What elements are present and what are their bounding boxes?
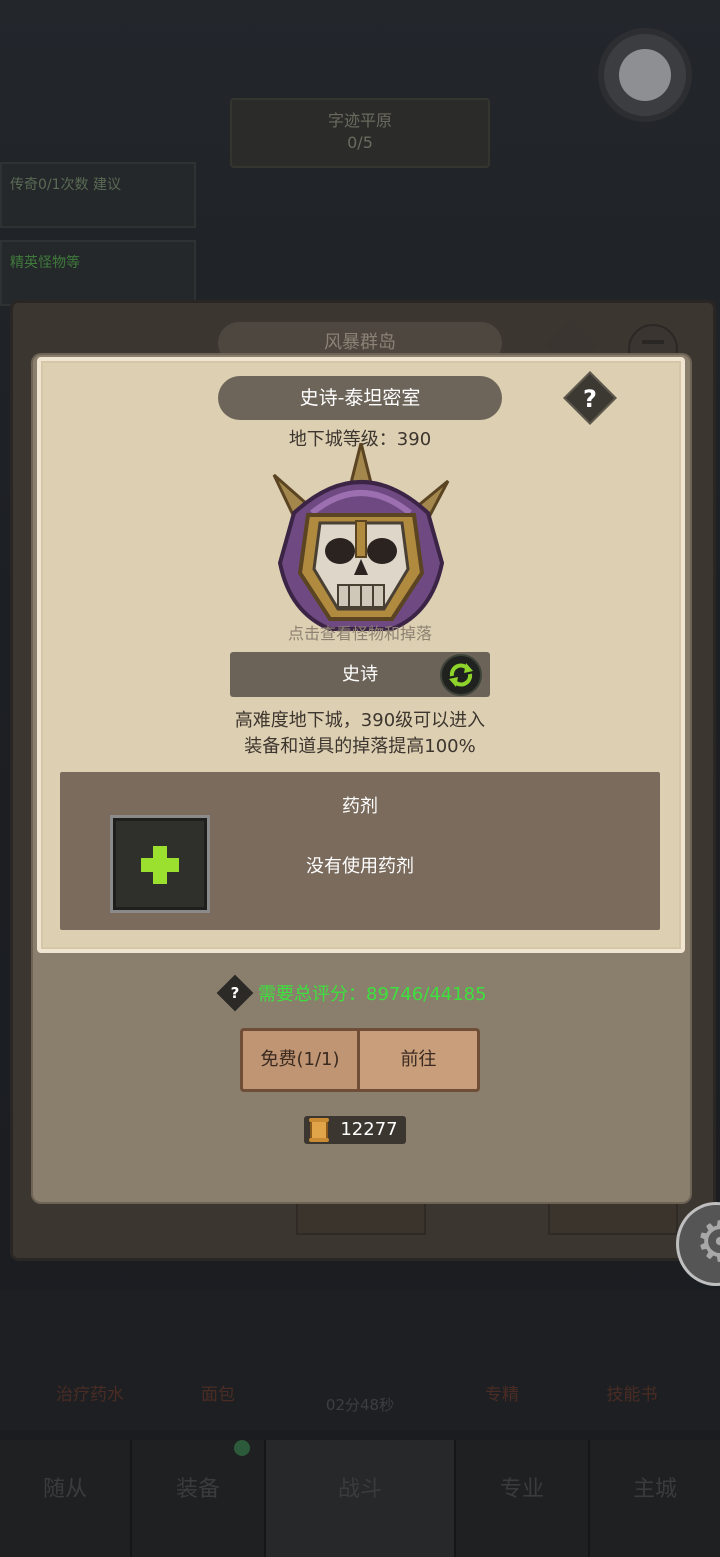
bg-item-specialty: 专精 <box>485 1385 519 1405</box>
bg-region-progress: 0/5 <box>347 133 373 152</box>
nav-equipment: 装备 <box>132 1440 266 1557</box>
question-diamond-icon: ? <box>583 385 597 413</box>
free-entry-button[interactable]: 免费(1/1) <box>240 1028 360 1092</box>
go-button[interactable]: 前往 <box>357 1028 480 1092</box>
bg-side-tab-1: 传奇0/1次数 建议 <box>0 162 196 228</box>
potion-title: 药剂 <box>342 796 378 817</box>
boss-portrait[interactable] <box>272 443 450 635</box>
potion-slot[interactable] <box>110 815 210 913</box>
bg-item-skillbook: 技能书 <box>606 1385 658 1405</box>
nav-followers: 随从 <box>0 1440 132 1557</box>
score-requirement: 需要总评分：89746/44185 <box>258 984 487 1005</box>
nav-notification-dot <box>234 1440 250 1456</box>
bg-region-name: 字迹平原 <box>327 111 392 130</box>
bg-side-tab-2: 精英怪物等 <box>0 240 196 306</box>
bg-region-banner: 字迹平原 0/5 <box>230 98 490 168</box>
dungeon-title: 史诗-泰坦密室 <box>218 376 502 420</box>
skull-helmet-icon <box>272 443 450 631</box>
nav-main-city: 主城 <box>590 1440 720 1557</box>
dungeon-description: 高难度地下城，390级可以进入 装备和道具的掉落提高100% <box>180 708 540 760</box>
swap-difficulty-button[interactable] <box>440 654 482 696</box>
description-line-1: 高难度地下城，390级可以进入 <box>234 710 486 731</box>
bg-timer: 02分48秒 <box>325 1396 395 1414</box>
scroll-icon <box>309 1118 329 1142</box>
scroll-count: 12277 <box>340 1119 398 1140</box>
nav-profession: 专业 <box>456 1440 590 1557</box>
question-diamond-icon: ? <box>230 984 240 1002</box>
bg-item-bread: 面包 <box>201 1385 235 1405</box>
gear-icon: ⚙ <box>695 1215 720 1271</box>
add-plus-icon <box>141 846 179 884</box>
potion-empty-text: 没有使用药剂 <box>306 856 414 877</box>
description-line-2: 装备和道具的掉落提高100% <box>244 736 476 757</box>
floating-assist-button[interactable] <box>604 34 686 116</box>
boss-hint: 点击查看怪物和掉落 <box>287 624 432 643</box>
swap-arrows-icon <box>449 663 473 687</box>
nav-battle: 战斗 <box>266 1440 456 1557</box>
assist-button-core <box>619 49 671 101</box>
bg-item-potion: 治疗药水 <box>56 1385 124 1405</box>
